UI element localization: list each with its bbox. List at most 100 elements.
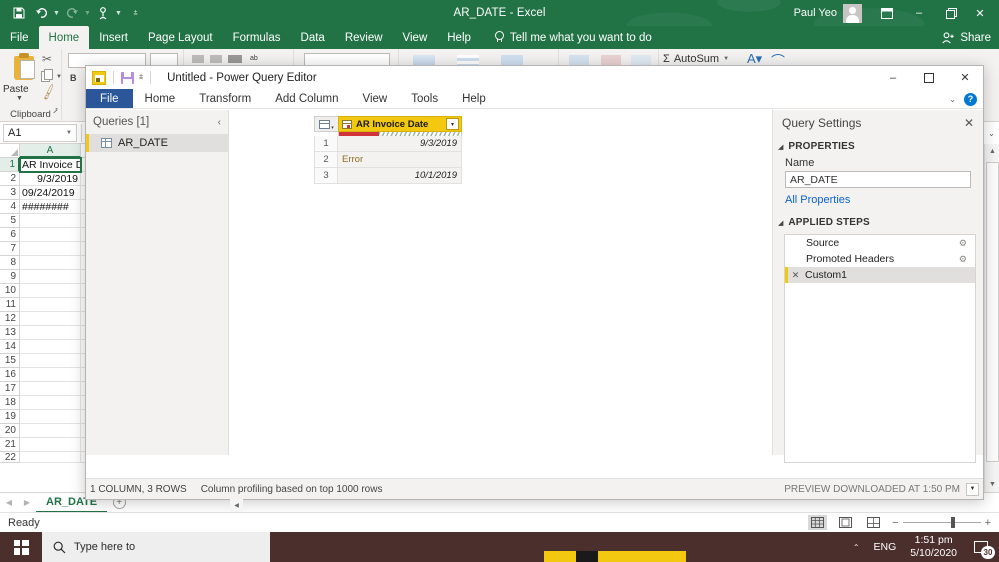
applied-step-custom1[interactable]: ✕ Custom1: [785, 267, 975, 283]
ribbon-tab-file[interactable]: File: [0, 26, 39, 49]
paste-dropdown-icon[interactable]: ▼: [16, 95, 23, 102]
pq-tab-add-column[interactable]: Add Column: [263, 89, 350, 108]
ribbon-tab-formulas[interactable]: Formulas: [223, 26, 291, 49]
autosum-button[interactable]: Σ AutoSum ▼: [663, 53, 729, 65]
cell-a4[interactable]: ########: [20, 200, 81, 214]
chevron-down-icon[interactable]: ▾: [331, 125, 334, 131]
cell-a19[interactable]: [20, 410, 81, 424]
show-hidden-icons-icon[interactable]: ⌃: [847, 543, 866, 552]
table-row[interactable]: 2 Error: [314, 152, 462, 168]
name-box[interactable]: A1 ▼: [3, 123, 77, 142]
share-button[interactable]: Share: [942, 26, 991, 49]
zoom-track[interactable]: [902, 517, 981, 528]
language-indicator[interactable]: ENG: [866, 541, 905, 553]
zoom-thumb[interactable]: [950, 517, 955, 528]
preview-cell[interactable]: 10/1/2019: [338, 168, 462, 184]
autosum-dropdown-icon[interactable]: ▼: [723, 56, 729, 62]
copy-icon[interactable]: [41, 69, 54, 82]
row-header-22[interactable]: 22: [0, 452, 20, 463]
preview-horizontal-scrollbar[interactable]: ◀: [230, 499, 915, 512]
ribbon-tab-data[interactable]: Data: [291, 26, 335, 49]
row-header-13[interactable]: 13: [0, 326, 20, 340]
date-type-icon[interactable]: [342, 119, 352, 129]
row-header-12[interactable]: 12: [0, 312, 20, 326]
scroll-up-icon[interactable]: ▲: [985, 144, 999, 159]
scroll-left-icon[interactable]: ◀: [230, 499, 243, 512]
page-break-view-icon[interactable]: [864, 515, 883, 530]
cell-a8[interactable]: [20, 256, 81, 270]
name-box-dropdown-icon[interactable]: ▼: [66, 130, 72, 136]
pq-tab-home[interactable]: Home: [133, 89, 188, 108]
row-header-5[interactable]: 5: [0, 214, 20, 228]
formula-bar-expand-icon[interactable]: ⌄: [984, 122, 999, 144]
notifications-button[interactable]: 30: [963, 532, 999, 562]
align-bottom-icon[interactable]: [228, 55, 242, 63]
customize-qat-icon[interactable]: ⩲: [139, 74, 143, 82]
ribbon-tab-view[interactable]: View: [393, 26, 438, 49]
row-header-9[interactable]: 9: [0, 270, 20, 284]
row-header-10[interactable]: 10: [0, 284, 20, 298]
table-row[interactable]: 3 10/1/2019: [314, 168, 462, 184]
orientation-icon[interactable]: ab: [250, 55, 258, 62]
cell-a5[interactable]: [20, 214, 81, 228]
delete-step-icon[interactable]: ✕: [789, 270, 802, 281]
restore-button[interactable]: [935, 0, 967, 26]
collapse-queries-pane-icon[interactable]: ‹: [218, 117, 221, 128]
chevron-down-icon[interactable]: ◢: [778, 219, 783, 227]
query-name-input[interactable]: AR_DATE: [785, 171, 971, 188]
pq-tab-transform[interactable]: Transform: [187, 89, 263, 108]
save-icon[interactable]: [121, 71, 134, 84]
row-header-18[interactable]: 18: [0, 396, 20, 410]
help-icon[interactable]: ?: [964, 92, 977, 106]
cell-a7[interactable]: [20, 242, 81, 256]
row-header-17[interactable]: 17: [0, 382, 20, 396]
grid-corner-button[interactable]: ▾: [314, 116, 338, 132]
ribbon-tab-page-layout[interactable]: Page Layout: [138, 26, 223, 49]
scrollbar-thumb[interactable]: [986, 162, 999, 462]
row-header-6[interactable]: 6: [0, 228, 20, 242]
taskbar-search-box[interactable]: Type here to: [42, 532, 270, 562]
previous-sheet-icon[interactable]: ◀: [0, 498, 18, 507]
select-all-corner[interactable]: [0, 144, 20, 158]
clock[interactable]: 1:51 pm 5/10/2020: [904, 534, 963, 560]
cell-a17[interactable]: [20, 382, 81, 396]
cell-a12[interactable]: [20, 312, 81, 326]
row-header-16[interactable]: 16: [0, 368, 20, 382]
page-layout-view-icon[interactable]: [836, 515, 855, 530]
pq-tab-view[interactable]: View: [351, 89, 400, 108]
pq-close-button[interactable]: ✕: [947, 66, 983, 89]
pq-tab-help[interactable]: Help: [450, 89, 498, 108]
scroll-down-icon[interactable]: ▼: [985, 477, 999, 492]
row-header-4[interactable]: 4: [0, 200, 20, 214]
user-name-label[interactable]: Paul Yeo: [794, 7, 843, 19]
pq-tab-tools[interactable]: Tools: [399, 89, 450, 108]
column-header-ar-invoice-date[interactable]: AR Invoice Date ▾: [338, 116, 462, 132]
clipboard-dialog-launcher[interactable]: ⭷: [53, 106, 58, 120]
cell-a21[interactable]: [20, 438, 81, 452]
row-header-2[interactable]: 2: [0, 172, 20, 186]
start-button[interactable]: [0, 532, 42, 562]
avatar[interactable]: [843, 3, 862, 23]
cell-a15[interactable]: [20, 354, 81, 368]
paste-icon[interactable]: [12, 53, 38, 83]
ribbon-display-options-icon[interactable]: [871, 0, 903, 26]
query-item-ar-date[interactable]: AR_DATE: [86, 134, 228, 152]
row-header-11[interactable]: 11: [0, 298, 20, 312]
cell-a1[interactable]: AR Invoice Da: [19, 157, 82, 173]
align-top-icon[interactable]: [192, 55, 204, 63]
zoom-slider[interactable]: − +: [892, 517, 991, 529]
cut-icon[interactable]: ✂: [42, 52, 52, 66]
preview-cell[interactable]: 9/3/2019: [338, 136, 462, 152]
row-header-15[interactable]: 15: [0, 354, 20, 368]
cell-a2[interactable]: 9/3/2019: [20, 172, 81, 186]
status-dropdown-icon[interactable]: ▼: [966, 482, 979, 496]
collapse-ribbon-icon[interactable]: ⌄: [949, 95, 956, 104]
gear-icon[interactable]: ⚙: [959, 254, 967, 265]
ribbon-tab-review[interactable]: Review: [335, 26, 393, 49]
minimize-button[interactable]: –: [903, 0, 935, 26]
chevron-down-icon[interactable]: ◢: [778, 143, 783, 151]
row-header-14[interactable]: 14: [0, 340, 20, 354]
cell-a18[interactable]: [20, 396, 81, 410]
row-header-7[interactable]: 7: [0, 242, 20, 256]
preview-cell-error[interactable]: Error: [338, 152, 462, 168]
